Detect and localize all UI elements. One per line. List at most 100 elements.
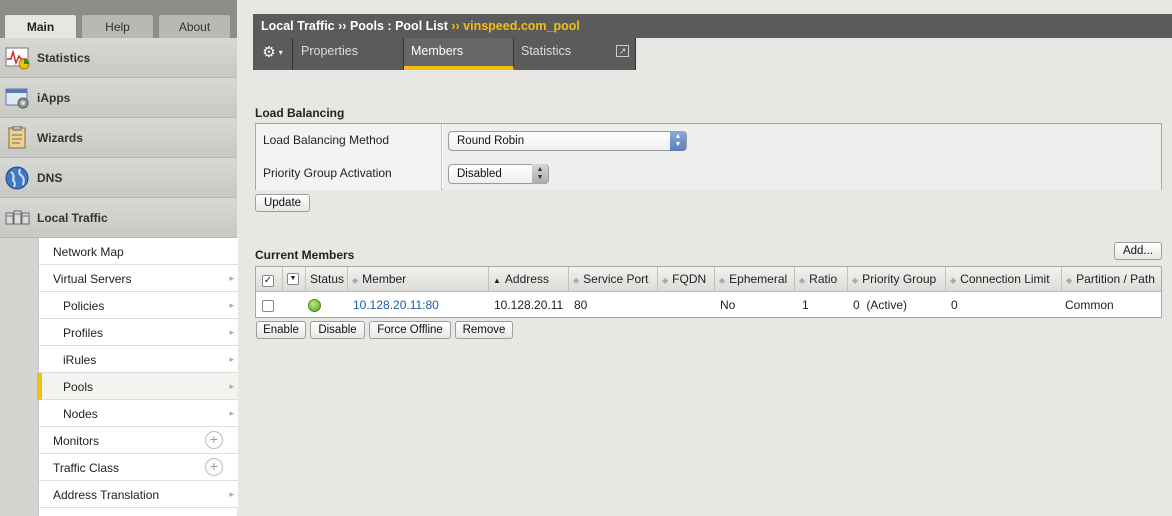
select-arrows-icon: ▲ ▼ <box>670 131 686 151</box>
chevron-down-icon: ▾ <box>278 48 283 58</box>
disable-button[interactable]: Disable <box>310 321 365 339</box>
sort-icon: ◆ <box>573 276 580 285</box>
lb-method-select[interactable]: Round Robin ▲ ▼ <box>448 131 687 151</box>
subnav-address-translation[interactable]: Address Translation ▸ <box>39 481 238 508</box>
column-ratio[interactable]: ◆ Ratio <box>795 267 848 292</box>
chevron-right-icon: ▸ <box>229 300 234 310</box>
nav-iapps[interactable]: iApps <box>0 78 237 118</box>
sort-icon: ◆ <box>799 276 806 285</box>
sort-ascending-icon: ▲ <box>493 276 501 285</box>
column-fqdn[interactable]: ◆ FQDN <box>658 267 715 292</box>
subnav-label: Address Translation <box>53 488 160 502</box>
subnav-traffic-class[interactable]: Traffic Class + <box>39 454 238 481</box>
column-priority-group[interactable]: ◆ Priority Group <box>848 267 946 292</box>
member-link[interactable]: 10.128.20.11:80 <box>353 293 439 317</box>
remove-button[interactable]: Remove <box>455 321 513 339</box>
select-arrows-icon: ▲ ▼ <box>532 164 548 184</box>
nav-label: iApps <box>37 91 71 105</box>
subnav-label: Network Map <box>53 245 124 259</box>
column-address[interactable]: ▲ Address <box>489 267 569 292</box>
add-plus-icon[interactable]: + <box>205 431 223 449</box>
tab-main[interactable]: Main <box>4 14 77 38</box>
cell-connection-limit: 0 <box>951 298 958 312</box>
update-button[interactable]: Update <box>255 194 310 212</box>
sort-icon: ◆ <box>950 276 957 285</box>
gear-icon: ⚙ <box>262 44 276 61</box>
tab-statistics[interactable]: Statistics ↗ <box>514 38 636 70</box>
iapps-icon <box>5 86 31 110</box>
sort-icon: ◆ <box>1066 276 1073 285</box>
chevron-right-icon: ▸ <box>229 273 234 283</box>
nav-wizards[interactable]: Wizards <box>0 118 237 158</box>
column-service-port[interactable]: ◆ Service Port <box>569 267 658 292</box>
priority-group-row: Priority Group Activation Disabled ▲ ▼ <box>256 157 1161 190</box>
column-partition-path[interactable]: ◆ Partition / Path <box>1062 267 1161 292</box>
gear-menu-button[interactable]: ⚙ ▾ <box>253 38 293 70</box>
nav-local-traffic[interactable]: Local Traffic <box>0 198 237 238</box>
chevron-right-icon: ▸ <box>229 327 234 337</box>
add-plus-icon[interactable]: + <box>205 458 223 476</box>
subnav-profiles[interactable]: Profiles ▸ <box>39 319 238 346</box>
subnav-nodes[interactable]: Nodes ▸ <box>39 400 238 427</box>
lb-method-row: Load Balancing Method Round Robin ▲ ▼ <box>256 124 1161 157</box>
sort-icon: ◆ <box>352 276 359 285</box>
subnav-network-map[interactable]: Network Map <box>39 238 238 265</box>
column-ephemeral-label: Ephemeral <box>729 272 788 286</box>
pool-subtabs: ⚙ ▾ Properties Members Statistics ↗ <box>253 38 636 70</box>
priority-group-value: Disabled <box>457 168 502 180</box>
row-checkbox[interactable] <box>262 293 274 317</box>
column-partition-path-label: Partition / Path <box>1076 272 1155 286</box>
tab-about[interactable]: About <box>158 14 231 38</box>
priority-group-label: Priority Group Activation <box>256 157 442 190</box>
external-link-icon: ↗ <box>616 45 629 57</box>
nav-label: Statistics <box>37 51 91 65</box>
dns-globe-icon <box>5 166 31 190</box>
column-member-label: Member <box>362 272 407 286</box>
breadcrumb-current-pool: vinspeed.com_pool <box>463 19 580 33</box>
subnav-pools[interactable]: Pools ▸ <box>37 373 238 400</box>
nav-statistics[interactable]: Statistics <box>0 38 237 78</box>
column-connection-limit[interactable]: ◆ Connection Limit <box>946 267 1062 292</box>
load-balancing-title: Load Balancing <box>255 106 345 120</box>
priority-group-select[interactable]: Disabled ▲ ▼ <box>448 164 549 184</box>
chevron-down-icon: ▼ <box>287 273 299 285</box>
subnav-policies[interactable]: Policies ▸ <box>39 292 238 319</box>
enable-button[interactable]: Enable <box>256 321 306 339</box>
subnav-label: Virtual Servers <box>53 272 132 286</box>
cell-priority-group: 0 (Active) <box>853 298 908 312</box>
column-ephemeral[interactable]: ◆ Ephemeral <box>715 267 795 292</box>
subnav-label: Traffic Class <box>53 461 120 475</box>
sort-icon: ◆ <box>719 276 726 285</box>
local-traffic-subnav: Network Map Virtual Servers ▸ Policies ▸ P… <box>37 238 238 516</box>
subnav-label: Nodes <box>63 407 98 421</box>
column-fqdn-label: FQDN <box>672 272 707 286</box>
subnav-label: Profiles <box>63 326 104 340</box>
force-offline-button[interactable]: Force Offline <box>369 321 451 339</box>
nav-dns[interactable]: DNS <box>0 158 237 198</box>
tab-members[interactable]: Members <box>404 38 514 70</box>
cell-ephemeral: No <box>720 298 736 312</box>
lb-method-label: Load Balancing Method <box>256 124 442 157</box>
select-all-checkbox[interactable]: ✓ <box>256 267 283 292</box>
nav-label: Local Traffic <box>37 211 108 225</box>
breadcrumb-local-traffic[interactable]: Local Traffic <box>261 19 335 33</box>
load-balancing-table: Load Balancing Method Round Robin ▲ ▼ Pri… <box>255 123 1162 190</box>
sort-icon: ◆ <box>662 276 669 285</box>
subnav-label: Monitors <box>53 434 100 448</box>
column-connection-limit-label: Connection Limit <box>960 272 1050 286</box>
column-member[interactable]: ◆ Member <box>348 267 489 292</box>
column-ratio-label: Ratio <box>809 272 838 286</box>
column-address-label: Address <box>504 272 549 286</box>
breadcrumb-pool-list[interactable]: Pools : Pool List <box>350 19 448 33</box>
chevron-right-icon: ▸ <box>229 408 234 418</box>
subnav-virtual-servers[interactable]: Virtual Servers ▸ <box>39 265 238 292</box>
tab-properties[interactable]: Properties <box>294 38 404 70</box>
subnav-monitors[interactable]: Monitors + <box>39 427 238 454</box>
tab-help[interactable]: Help <box>81 14 154 38</box>
column-menu-button[interactable]: ▼ <box>283 267 306 292</box>
column-status[interactable]: Status <box>306 267 348 292</box>
add-member-button[interactable]: Add... <box>1114 242 1162 260</box>
subnav-irules[interactable]: iRules ▸ <box>39 346 238 373</box>
tab-statistics-label: Statistics <box>521 44 572 58</box>
subnav-label: Pools <box>63 380 94 394</box>
